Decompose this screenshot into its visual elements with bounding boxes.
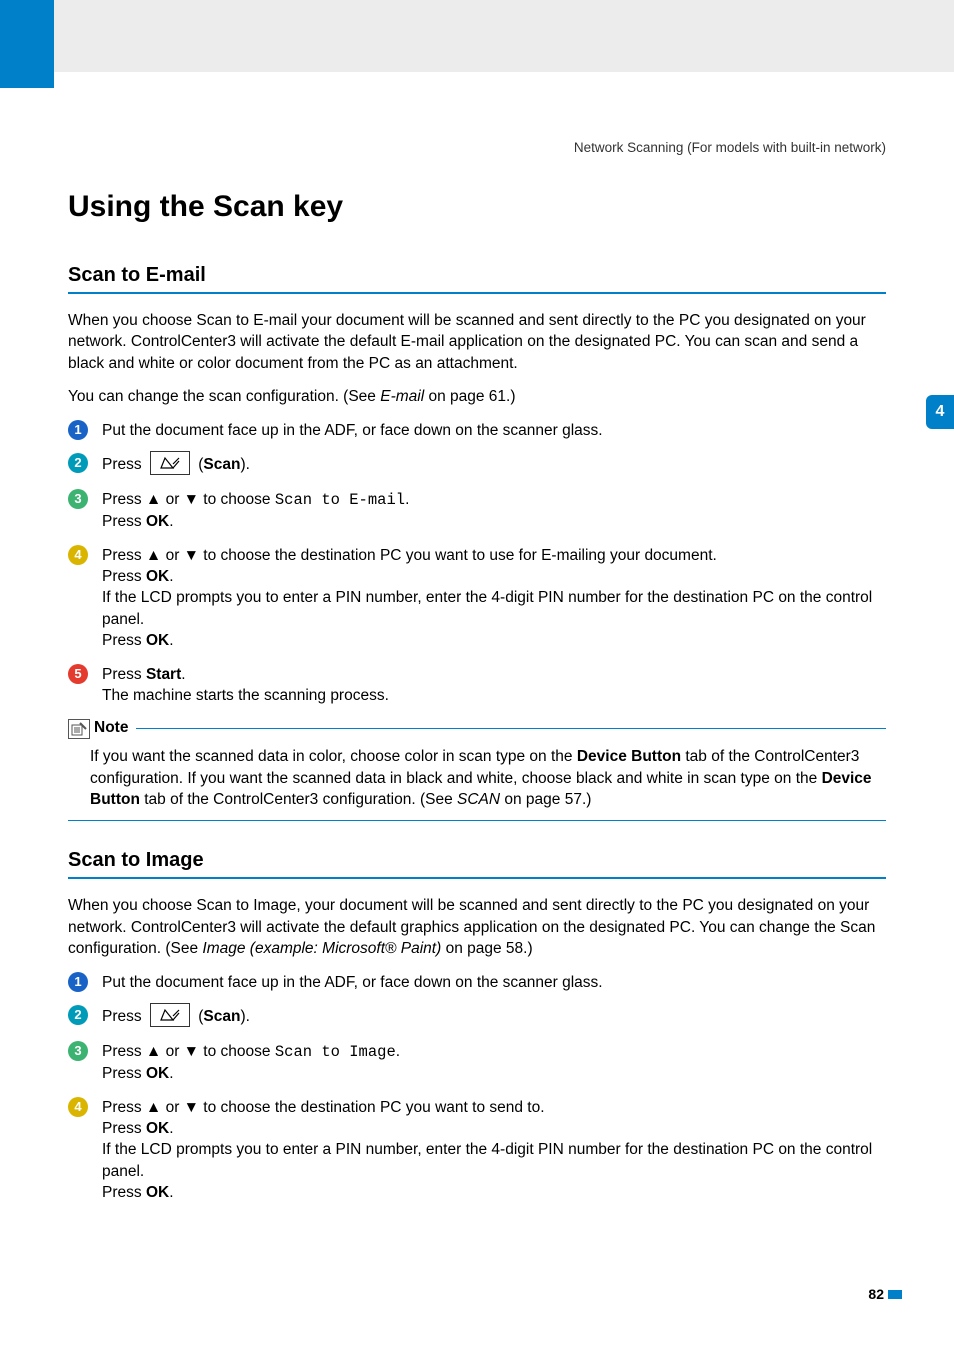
email-config: You can change the scan configuration. (… [68,386,886,407]
header-gray-bar [0,0,954,72]
text: Press ▲ or ▼ to choose the destination P… [102,547,717,564]
device-button-label: Device Button [577,748,681,765]
step-text: Press ▲ or ▼ to choose the destination P… [102,545,886,652]
text: Press ▲ or ▼ to choose [102,491,275,508]
email-step-3: 3 Press ▲ or ▼ to choose Scan to E-mail.… [68,489,886,533]
page-number-mark [888,1290,902,1299]
step-text: Press ▲ or ▼ to choose Scan to E-mail. P… [102,489,886,533]
text: Press [102,1120,146,1137]
email-step-1: 1 Put the document face up in the ADF, o… [68,420,886,441]
text: If you want the scanned data in color, c… [90,748,577,765]
text: Press ▲ or ▼ to choose [102,1043,275,1060]
text: Press ▲ or ▼ to choose the destination P… [102,1099,545,1116]
email-intro: When you choose Scan to E-mail your docu… [68,310,886,374]
text: Press [102,1008,146,1025]
image-step-1: 1 Put the document face up in the ADF, o… [68,972,886,993]
running-header: Network Scanning (For models with built-… [574,140,886,155]
link-scan[interactable]: SCAN [457,791,500,808]
note-label: Note [94,719,128,737]
note-end-rule [68,820,886,821]
ok-label: OK [146,1120,169,1137]
text: Press [102,513,146,530]
heading-rule [68,877,886,879]
step-text: Put the document face up in the ADF, or … [102,420,886,441]
step-text: Press ▲ or ▼ to choose Scan to Image. Pr… [102,1041,886,1085]
text: Press [102,1184,146,1201]
step-text: Press ▲ or ▼ to choose the destination P… [102,1097,886,1204]
ok-label: OK [146,568,169,585]
step-badge-2: 2 [68,453,88,473]
note-header: Note [68,718,886,738]
step-badge-3: 3 [68,1041,88,1061]
text: on page 58.) [441,940,532,957]
step-badge-1: 1 [68,420,88,440]
text: Press [102,568,146,585]
scan-key-icon [150,1003,190,1027]
text: . [396,1043,400,1060]
text: ). [240,1008,249,1025]
note-rule [136,728,886,729]
step-text: Put the document face up in the ADF, or … [102,972,886,993]
step-text: Press (Scan). [102,453,886,477]
text: The machine starts the scanning process. [102,687,389,704]
link-image-example[interactable]: Image (example: Microsoft® Paint) [202,940,441,957]
chapter-tab: 4 [926,395,954,429]
image-step-3: 3 Press ▲ or ▼ to choose Scan to Image. … [68,1041,886,1085]
text: If the LCD prompts you to enter a PIN nu… [102,1141,872,1179]
page-title: Using the Scan key [68,190,886,224]
image-step-4: 4 Press ▲ or ▼ to choose the destination… [68,1097,886,1204]
step-badge-4: 4 [68,545,88,565]
heading-scan-to-email: Scan to E-mail [68,264,886,287]
text: Press [102,1065,146,1082]
text: tab of the ControlCenter3 configuration.… [140,791,457,808]
email-step-4: 4 Press ▲ or ▼ to choose the destination… [68,545,886,652]
text: Press [102,632,146,649]
start-label: Start [146,666,181,683]
email-step-5: 5 Press Start. The machine starts the sc… [68,664,886,707]
ok-label: OK [146,513,169,530]
text: Press [102,456,146,473]
ok-label: OK [146,1184,169,1201]
scan-label: Scan [203,1008,240,1025]
note-body: If you want the scanned data in color, c… [90,746,886,810]
scan-key-icon [150,451,190,475]
text: If the LCD prompts you to enter a PIN nu… [102,589,872,627]
step-badge-2: 2 [68,1005,88,1025]
mono-text: Scan to E-mail [275,491,405,509]
mono-text: Scan to Image [275,1043,396,1061]
top-bar [0,0,954,88]
step-badge-4: 4 [68,1097,88,1117]
ok-label: OK [146,1065,169,1082]
step-text: Press (Scan). [102,1005,886,1029]
text: You can change the scan configuration. (… [68,388,380,405]
text: ). [240,456,249,473]
step-badge-1: 1 [68,972,88,992]
image-intro: When you choose Scan to Image, your docu… [68,895,886,959]
step-text: Press Start. The machine starts the scan… [102,664,886,707]
step-badge-5: 5 [68,664,88,684]
image-step-2: 2 Press (Scan). [68,1005,886,1029]
step-badge-3: 3 [68,489,88,509]
text: on page 61.) [424,388,515,405]
page-number: 82 [868,1286,884,1302]
heading-rule [68,292,886,294]
text: Press [102,666,146,683]
ok-label: OK [146,632,169,649]
link-email-config[interactable]: E-mail [380,388,424,405]
scan-label: Scan [203,456,240,473]
header-blue-tab [0,0,54,88]
email-step-2: 2 Press (Scan). [68,453,886,477]
heading-scan-to-image: Scan to Image [68,849,886,872]
text: on page 57.) [500,791,591,808]
note-icon [68,719,90,739]
text: . [405,491,409,508]
